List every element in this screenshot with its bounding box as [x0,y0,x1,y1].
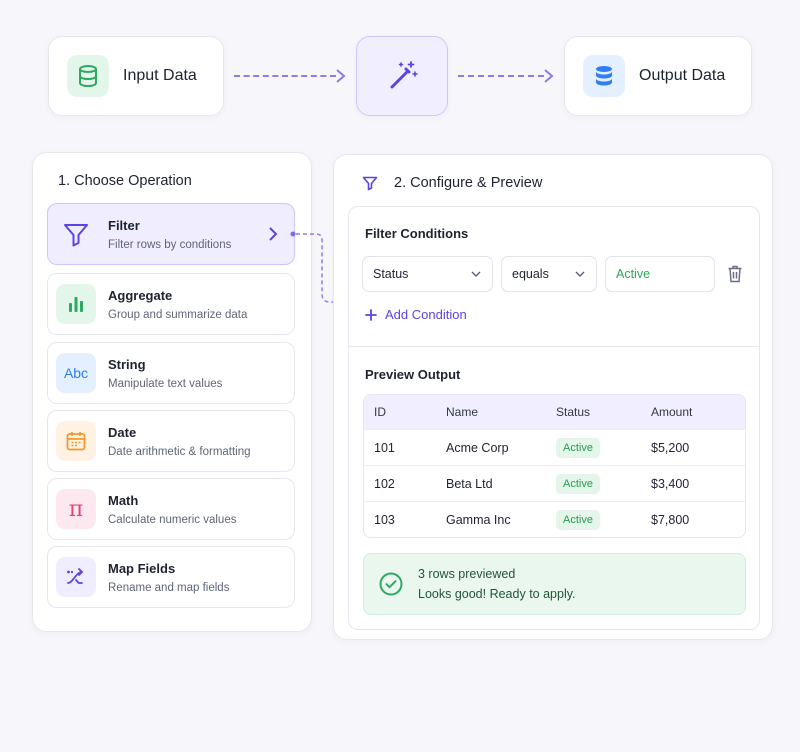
arrow-right-icon [544,69,554,83]
operation-math[interactable]: π Math Calculate numeric values [47,478,295,540]
column-header: Amount [651,395,745,429]
cell-id: 101 [364,429,446,465]
add-condition-button[interactable]: Add Condition [365,307,467,322]
preview-output-title: Preview Output [365,367,461,382]
pi-icon: π [56,489,96,529]
preview-success-banner: 3 rows previewed Looks good! Ready to ap… [363,553,746,615]
filter-conditions-title: Filter Conditions [365,226,469,241]
section-divider [349,346,759,347]
configure-preview-panel: 2. Configure & Preview Filter Conditions… [333,154,773,640]
operation-name: String [108,356,146,372]
output-data-label: Output Data [639,67,726,84]
input-data-node[interactable]: Input Data [48,36,224,116]
operation-desc: Date arithmetic & formatting [108,445,251,458]
operation-date[interactable]: Date Date arithmetic & formatting [47,410,295,472]
condition-operator-value: equals [512,267,549,281]
chevron-right-icon [269,227,278,241]
operation-desc: Filter rows by conditions [108,238,232,251]
plus-icon [365,308,377,321]
operation-map-fields[interactable]: Map Fields Rename and map fields [47,546,295,608]
table-row: 102 Beta Ltd Active $3,400 [364,465,745,501]
shuffle-arrows-icon [56,557,96,597]
operation-name: Math [108,492,139,508]
operation-desc: Group and summarize data [108,308,248,321]
operation-name: Aggregate [108,287,173,303]
table-header-row: ID Name Status Amount [364,395,745,429]
choose-operation-title: 1. Choose Operation [58,173,192,189]
table-row: 103 Gamma Inc Active $7,800 [364,501,745,537]
success-count: 3 rows previewed [418,567,516,581]
column-header: ID [364,395,446,429]
cell-amount: $7,800 [651,501,745,537]
abc-text-icon: Abc [56,353,96,393]
cell-amount: $5,200 [651,429,745,465]
column-header: Name [446,395,556,429]
operation-aggregate[interactable]: Aggregate Group and summarize data [47,273,295,335]
arrow-right-icon [336,69,346,83]
database-filled-icon [583,55,625,97]
pipeline-connector-right [458,75,544,77]
transform-node[interactable] [356,36,448,116]
configure-preview-title: 2. Configure & Preview [394,175,543,191]
success-message: Looks good! Ready to apply. [418,587,576,601]
operation-name: Filter [108,217,140,233]
status-badge: Active [556,509,600,530]
database-icon [67,55,109,97]
filter-icon [362,176,378,191]
condition-field-select[interactable]: Status [362,256,493,292]
column-header: Status [556,395,651,429]
check-circle-icon [379,572,403,596]
operation-name: Map Fields [108,560,176,576]
cell-name: Beta Ltd [446,465,556,501]
cell-name: Acme Corp [446,429,556,465]
input-data-label: Input Data [123,67,197,84]
status-badge: Active [556,437,600,458]
operation-name: Date [108,424,137,440]
operation-string[interactable]: Abc String Manipulate text values [47,342,295,404]
operation-desc: Manipulate text values [108,377,223,390]
pipeline-connector-left [234,75,336,77]
output-data-node[interactable]: Output Data [564,36,752,116]
cell-name: Gamma Inc [446,501,556,537]
bar-chart-icon [56,284,96,324]
condition-operator-select[interactable]: equals [501,256,597,292]
chevron-down-icon [471,271,481,278]
choose-operation-panel: 1. Choose Operation Filter Filter rows b… [32,152,312,632]
cell-amount: $3,400 [651,465,745,501]
preview-table: ID Name Status Amount 101 Acme Corp Acti… [363,394,746,538]
magic-wand-icon [390,61,418,89]
operation-filter[interactable]: Filter Filter rows by conditions [47,203,295,265]
condition-field-value: Status [373,267,409,281]
cell-id: 103 [364,501,446,537]
filter-icon [56,214,96,254]
trash-icon[interactable] [727,265,743,283]
add-condition-label: Add Condition [385,307,467,322]
chevron-down-icon [575,271,585,278]
operation-desc: Rename and map fields [108,581,230,594]
cell-id: 102 [364,465,446,501]
status-badge: Active [556,473,600,494]
calendar-icon [56,421,96,461]
operation-desc: Calculate numeric values [108,513,237,526]
table-row: 101 Acme Corp Active $5,200 [364,429,745,465]
condition-value-input[interactable]: Active [605,256,715,292]
configure-content: Filter Conditions Status equals Active A… [348,206,760,630]
condition-value-text: Active [616,267,651,281]
